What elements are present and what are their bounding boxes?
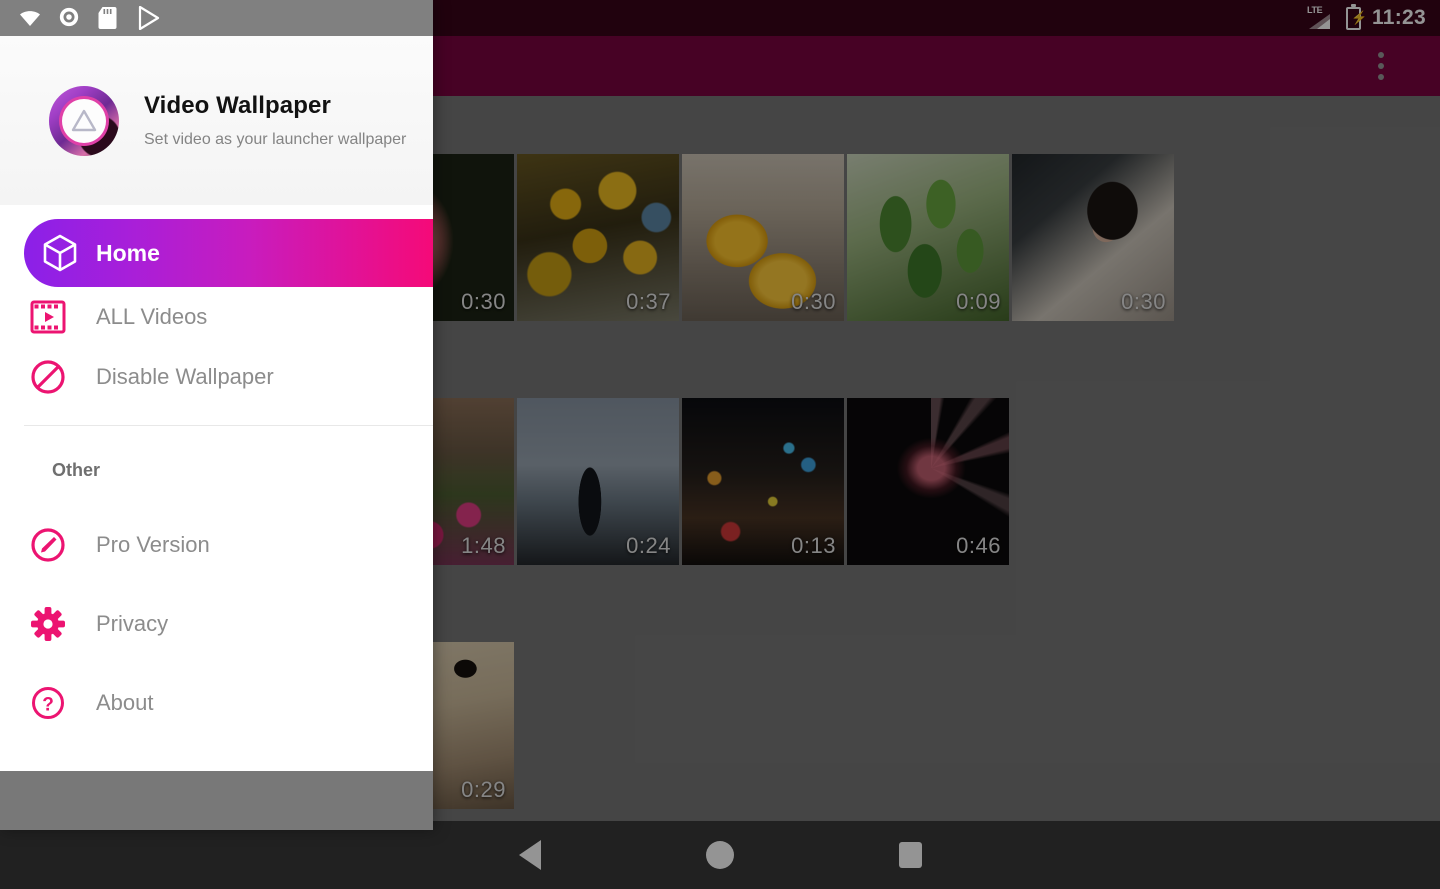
drawer-primary-list: Home ALL Videos Disable Wallpaper bbox=[0, 205, 433, 407]
svg-text:?: ? bbox=[42, 694, 54, 715]
gear-icon bbox=[0, 606, 96, 642]
app-title: Video Wallpaper bbox=[144, 92, 331, 119]
wifi-icon bbox=[18, 6, 42, 30]
sidebar-item-label: About bbox=[96, 689, 154, 715]
screen-record-icon bbox=[58, 6, 82, 30]
film-play-icon bbox=[0, 300, 96, 334]
app-logo-avatar bbox=[49, 85, 119, 156]
drawer-section-title: Other bbox=[52, 460, 101, 480]
drawer-header: Video Wallpaper Set video as your launch… bbox=[0, 36, 433, 205]
play-store-icon bbox=[138, 5, 162, 31]
sidebar-item-home[interactable]: Home bbox=[24, 219, 433, 287]
block-icon bbox=[0, 359, 96, 395]
sidebar-item-about[interactable]: ? About bbox=[0, 663, 433, 742]
cube-icon bbox=[24, 234, 96, 272]
navigation-drawer: Video Wallpaper Set video as your launch… bbox=[0, 0, 433, 830]
drawer-other-list: Pro Version Privacy ? About bbox=[0, 481, 433, 742]
sidebar-item-pro-version[interactable]: Pro Version bbox=[0, 505, 433, 584]
sidebar-item-all-videos[interactable]: ALL Videos bbox=[0, 287, 433, 347]
sidebar-item-label: Privacy bbox=[96, 610, 169, 636]
sidebar-item-privacy[interactable]: Privacy bbox=[0, 584, 433, 663]
sidebar-item-label: Disable Wallpaper bbox=[96, 364, 274, 389]
app-subtitle: Set video as your launcher wallpaper bbox=[144, 131, 407, 148]
sidebar-item-disable-wallpaper[interactable]: Disable Wallpaper bbox=[0, 347, 433, 407]
sidebar-item-label: ALL Videos bbox=[96, 304, 208, 329]
drawer-header-text: Video Wallpaper Set video as your launch… bbox=[144, 92, 406, 149]
triangle-logo-icon bbox=[71, 109, 97, 132]
android-screen: LTE ⚡ 11:23 0:30 0:37 0:30 0:09 0:30 1:48 0:24… bbox=[0, 0, 1440, 889]
sd-card-icon bbox=[98, 6, 122, 30]
drawer-status-bar bbox=[0, 0, 433, 36]
drawer-bottom-nav-overlay bbox=[0, 771, 433, 830]
sidebar-item-label: Home bbox=[96, 239, 160, 266]
pen-circle-icon bbox=[0, 527, 96, 563]
question-circle-icon: ? bbox=[0, 685, 96, 721]
sidebar-item-label: Pro Version bbox=[96, 531, 210, 557]
